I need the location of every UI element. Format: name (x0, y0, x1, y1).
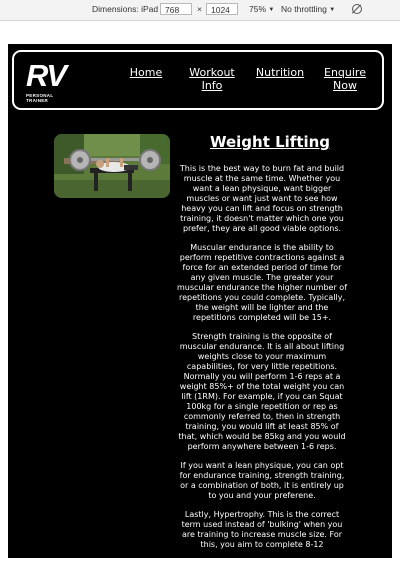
article-paragraph: If you want a lean physique, you can opt… (179, 461, 345, 500)
article-paragraph: This is the best way to burn fat and bui… (179, 164, 345, 233)
device-toolbar: Dimensions: iPad Mini ▼ 768 × 1024 75% ▼… (0, 0, 400, 21)
logo[interactable]: RV PERSONAL TRAINER (26, 58, 76, 103)
logo-mark: RV (26, 58, 67, 93)
nav-link-workout-info[interactable]: Workout Info (184, 66, 240, 92)
article-paragraph: Lastly, Hypertrophy. This is the correct… (181, 510, 343, 549)
nav-link-enquire-now[interactable]: Enquire Now (321, 66, 369, 92)
nav-link-nutrition[interactable]: Nutrition (250, 66, 310, 79)
dropdown-arrow-icon: ▼ (268, 7, 275, 13)
page-title: Weight Lifting (209, 133, 331, 151)
dimension-separator: × (197, 4, 202, 14)
rotate-icon[interactable] (352, 4, 362, 14)
width-input[interactable]: 768 (160, 3, 192, 15)
throttle-label: No throttling (281, 4, 327, 14)
zoom-select[interactable]: 75% ▼ (249, 4, 274, 14)
article-body: This is the best way to burn fat and bui… (176, 164, 348, 558)
logo-subtext: PERSONAL TRAINER (26, 93, 54, 103)
dropdown-arrow-icon: ▼ (329, 7, 336, 13)
zoom-label: 75% (249, 4, 267, 14)
height-input[interactable]: 1024 (206, 3, 238, 15)
article-paragraph: Muscular endurance is the ability to per… (176, 243, 348, 322)
site-header: RV PERSONAL TRAINER Home Workout Info Nu… (12, 50, 384, 110)
article-paragraph: Strength training is the opposite of mus… (178, 332, 346, 451)
nav-link-home[interactable]: Home (126, 66, 166, 79)
weight-lifting-photo (54, 134, 170, 198)
emulated-viewport: RV PERSONAL TRAINER Home Workout Info Nu… (8, 44, 392, 558)
throttle-select[interactable]: No throttling ▼ (281, 4, 335, 14)
